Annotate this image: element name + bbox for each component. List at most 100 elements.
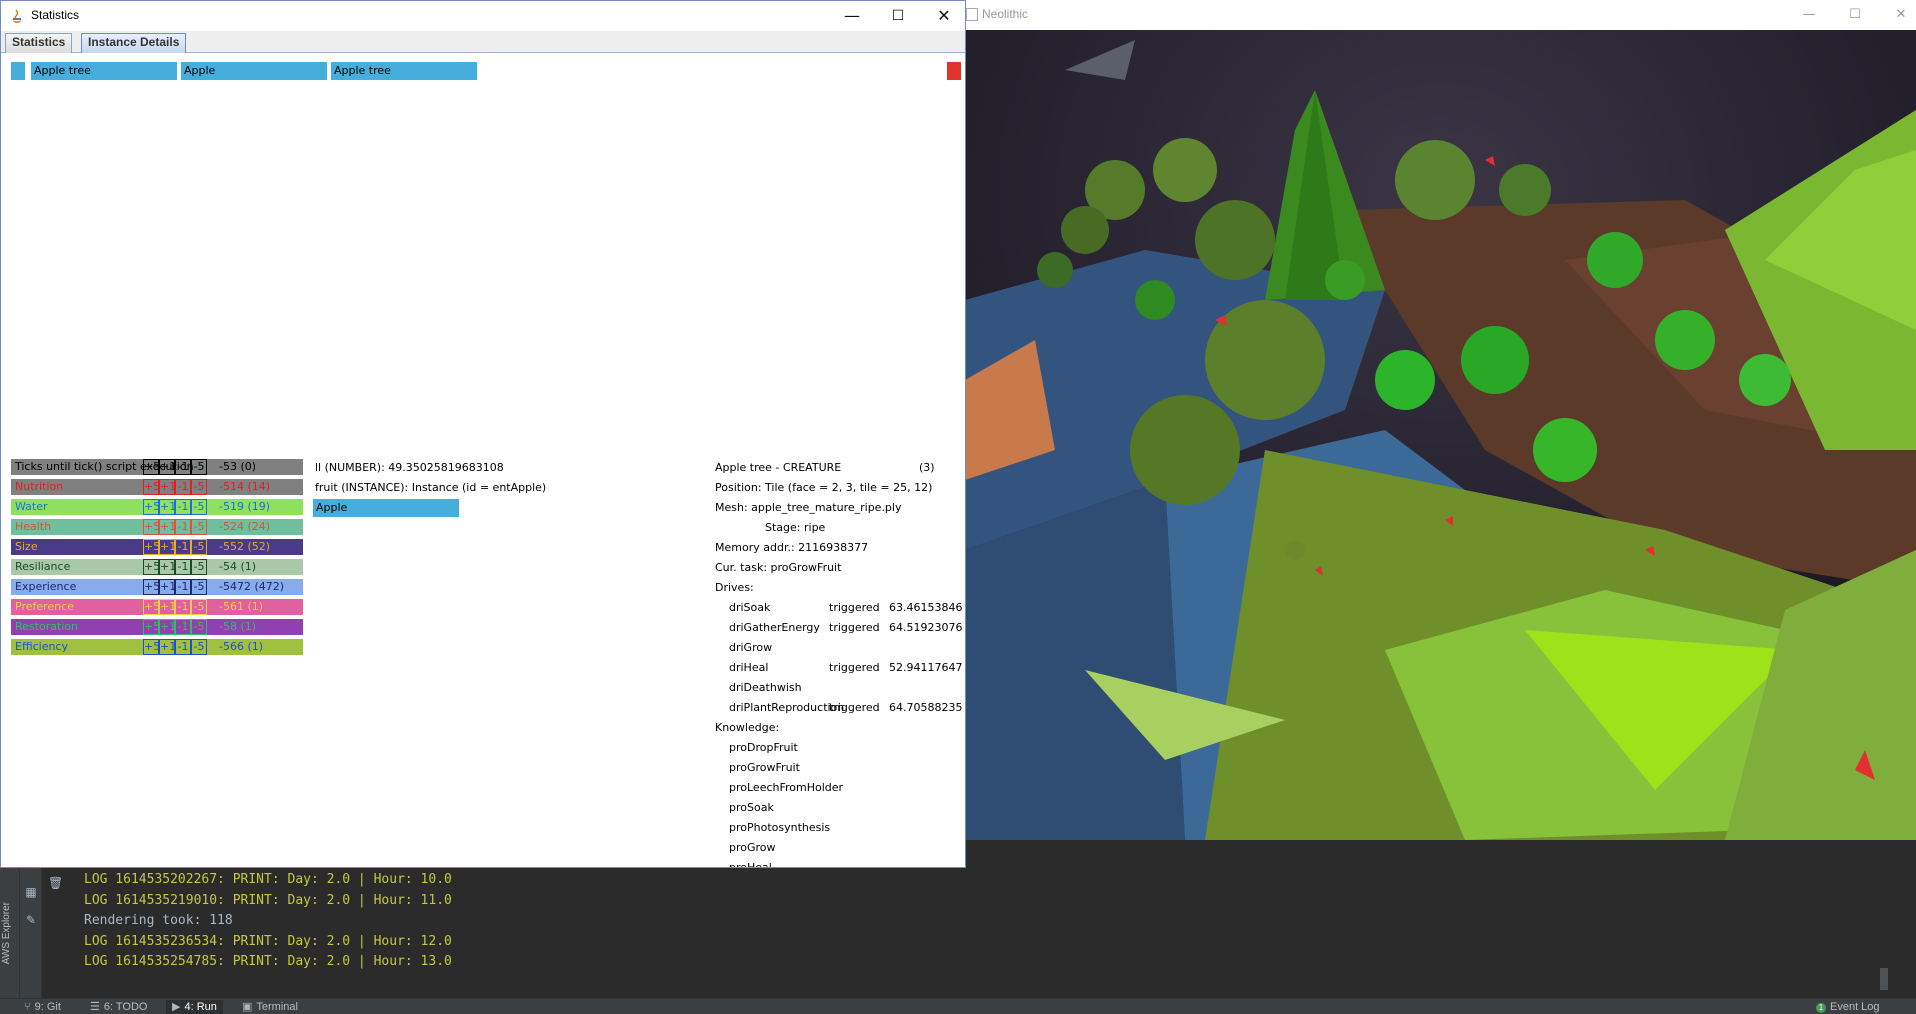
drive-state: triggered (829, 701, 880, 714)
stat-adjust-button[interactable]: -5 (191, 639, 207, 655)
trash-icon[interactable]: 🗑 (48, 876, 63, 890)
stat-adjust-button[interactable]: +1 (159, 539, 175, 555)
run-icon: ▶ (172, 1001, 181, 1013)
stat-adjust-button[interactable]: -5 (191, 539, 207, 555)
git-icon: ⑂ (24, 1001, 31, 1013)
stat-adjust-button[interactable]: +1 (159, 559, 175, 575)
stat-adjust-button[interactable]: -1 (175, 479, 191, 495)
stat-adjust-button[interactable]: +1 (159, 639, 175, 655)
stat-adjust-button[interactable]: +1 (159, 619, 175, 635)
stat-adjust-button[interactable]: -1 (175, 519, 191, 535)
instance-chip[interactable]: Apple (181, 62, 327, 80)
console-scrollbar[interactable] (1880, 968, 1888, 990)
maximize-button[interactable]: ☐ (875, 1, 921, 31)
stat-adjust-button[interactable]: +1 (159, 479, 175, 495)
stat-adjust-button[interactable]: +5 (143, 479, 159, 495)
stat-row: Water +5 +1 -1 -5 -519 (19) (11, 499, 303, 515)
stat-adjust-button[interactable]: -1 (175, 459, 191, 475)
stat-adjust-button[interactable]: -5 (191, 479, 207, 495)
stat-adjust-button[interactable]: +5 (143, 539, 159, 555)
stat-adjust-button[interactable]: -5 (191, 459, 207, 475)
instance-details-panel: Apple tree Apple Apple tree Ticks until … (3, 54, 963, 867)
neolithic-title: Neolithic (982, 7, 1029, 21)
console-output: LOG 1614535202267: PRINT: Day: 2.0 | Hou… (84, 870, 452, 973)
knowledge-label: Knowledge: (715, 721, 780, 734)
terminal-icon: ▣ (242, 1001, 253, 1013)
stat-adjust-button[interactable]: -1 (175, 539, 191, 555)
neolithic-window: Neolithic — ☐ ✕ (962, 0, 1916, 840)
instance-stage: Stage: ripe (765, 521, 826, 534)
stat-adjust-button[interactable]: +5 (143, 579, 159, 595)
stat-value: -58 (1) (219, 620, 257, 633)
stat-value: -5472 (472) (219, 580, 285, 593)
stat-adjust-button[interactable]: -1 (175, 639, 191, 655)
stat-adjust-button[interactable]: +5 (143, 499, 159, 515)
event-count-badge: 1 (1816, 1003, 1826, 1013)
stat-row: Nutrition +5 +1 -1 -5 -514 (14) (11, 479, 303, 495)
stat-adjust-button[interactable]: +1 (159, 599, 175, 615)
game-viewport[interactable] (965, 30, 1916, 840)
stat-adjust-button[interactable]: -5 (191, 579, 207, 595)
tab-statistics[interactable]: Statistics (5, 33, 73, 53)
fruit-instance-chip[interactable]: Apple (313, 499, 459, 517)
drive-name: driSoak (729, 601, 771, 614)
stat-adjust-button[interactable]: -1 (175, 599, 191, 615)
stat-adjust-button[interactable]: -1 (175, 499, 191, 515)
stat-adjust-button[interactable]: +1 (159, 579, 175, 595)
stat-adjust-button[interactable]: +1 (159, 519, 175, 535)
stat-adjust-button[interactable]: -5 (191, 599, 207, 615)
maximize-button[interactable]: ☐ (1840, 5, 1870, 25)
drive-name: driGrow (729, 641, 773, 654)
pin-icon[interactable]: ✎ (23, 912, 39, 928)
drive-value: 64.705882352 (889, 701, 963, 714)
stat-adjust-button[interactable]: +5 (143, 519, 159, 535)
close-instance-marker[interactable] (947, 62, 961, 80)
instance-chip[interactable]: Apple tree (331, 62, 477, 80)
stat-adjust-button[interactable]: +5 (143, 459, 159, 475)
instance-chip[interactable]: Apple tree (31, 62, 177, 80)
stat-adjust-button[interactable]: +1 (159, 459, 175, 475)
stat-name: Health (15, 520, 52, 533)
stat-adjust-button[interactable]: -1 (175, 579, 191, 595)
stat-name: Nutrition (15, 480, 64, 493)
stat-adjust-button[interactable]: -5 (191, 619, 207, 635)
drive-value: 52.941176470 (889, 661, 963, 674)
stat-adjust-button[interactable]: +5 (143, 559, 159, 575)
statistics-window: Statistics — ☐ ✕ Statistics Instance Det… (0, 0, 966, 868)
stat-row: Resiliance +5 +1 -1 -5 -54 (1) (11, 559, 303, 575)
console-line: LOG 1614535236534: PRINT: Day: 2.0 | Hou… (84, 933, 452, 949)
stat-adjust-button[interactable]: -1 (175, 559, 191, 575)
run-tab[interactable]: ▶ 4: Run (166, 1000, 223, 1014)
lowpoly-world-render (965, 30, 1916, 840)
minimize-button[interactable]: — (829, 1, 875, 31)
instance-count: (3) (919, 461, 935, 474)
neolithic-titlebar: Neolithic — ☐ ✕ (962, 0, 1916, 30)
drive-value: 64.519230769 (889, 621, 963, 634)
stat-value: -552 (52) (219, 540, 271, 553)
event-log-tab[interactable]: 1 Event Log (1816, 1000, 1880, 1014)
todo-icon: ☰ (90, 1001, 100, 1013)
close-button[interactable]: ✕ (921, 1, 967, 31)
console-line: LOG 1614535254785: PRINT: Day: 2.0 | Hou… (84, 954, 452, 969)
selection-marker[interactable] (11, 62, 25, 80)
tab-instance-details[interactable]: Instance Details (81, 33, 187, 53)
knowledge-item: proLeechFromHolder (729, 781, 844, 794)
stat-adjust-button[interactable]: +1 (159, 499, 175, 515)
stat-adjust-button[interactable]: -5 (191, 519, 207, 535)
stat-adjust-button[interactable]: +5 (143, 619, 159, 635)
stat-adjust-button[interactable]: +5 (143, 599, 159, 615)
minimize-button[interactable]: — (1794, 5, 1824, 25)
layout-icon[interactable]: ▦ (23, 884, 39, 900)
stat-adjust-button[interactable]: -5 (191, 499, 207, 515)
stat-name: Water (15, 500, 48, 513)
close-button[interactable]: ✕ (1886, 5, 1916, 25)
todo-tab[interactable]: ☰ 6: TODO (90, 1000, 147, 1014)
tab-strip: Statistics Instance Details (1, 31, 965, 53)
stat-adjust-button[interactable]: +5 (143, 639, 159, 655)
stat-adjust-button[interactable]: -5 (191, 559, 207, 575)
git-tab[interactable]: ⑂ 9: Git (24, 1000, 61, 1014)
stat-row: Size +5 +1 -1 -5 -552 (52) (11, 539, 303, 555)
stat-adjust-button[interactable]: -1 (175, 619, 191, 635)
aws-explorer-tab[interactable]: AWS Explorer (1, 902, 12, 964)
terminal-tab[interactable]: ▣ Terminal (242, 1000, 298, 1014)
